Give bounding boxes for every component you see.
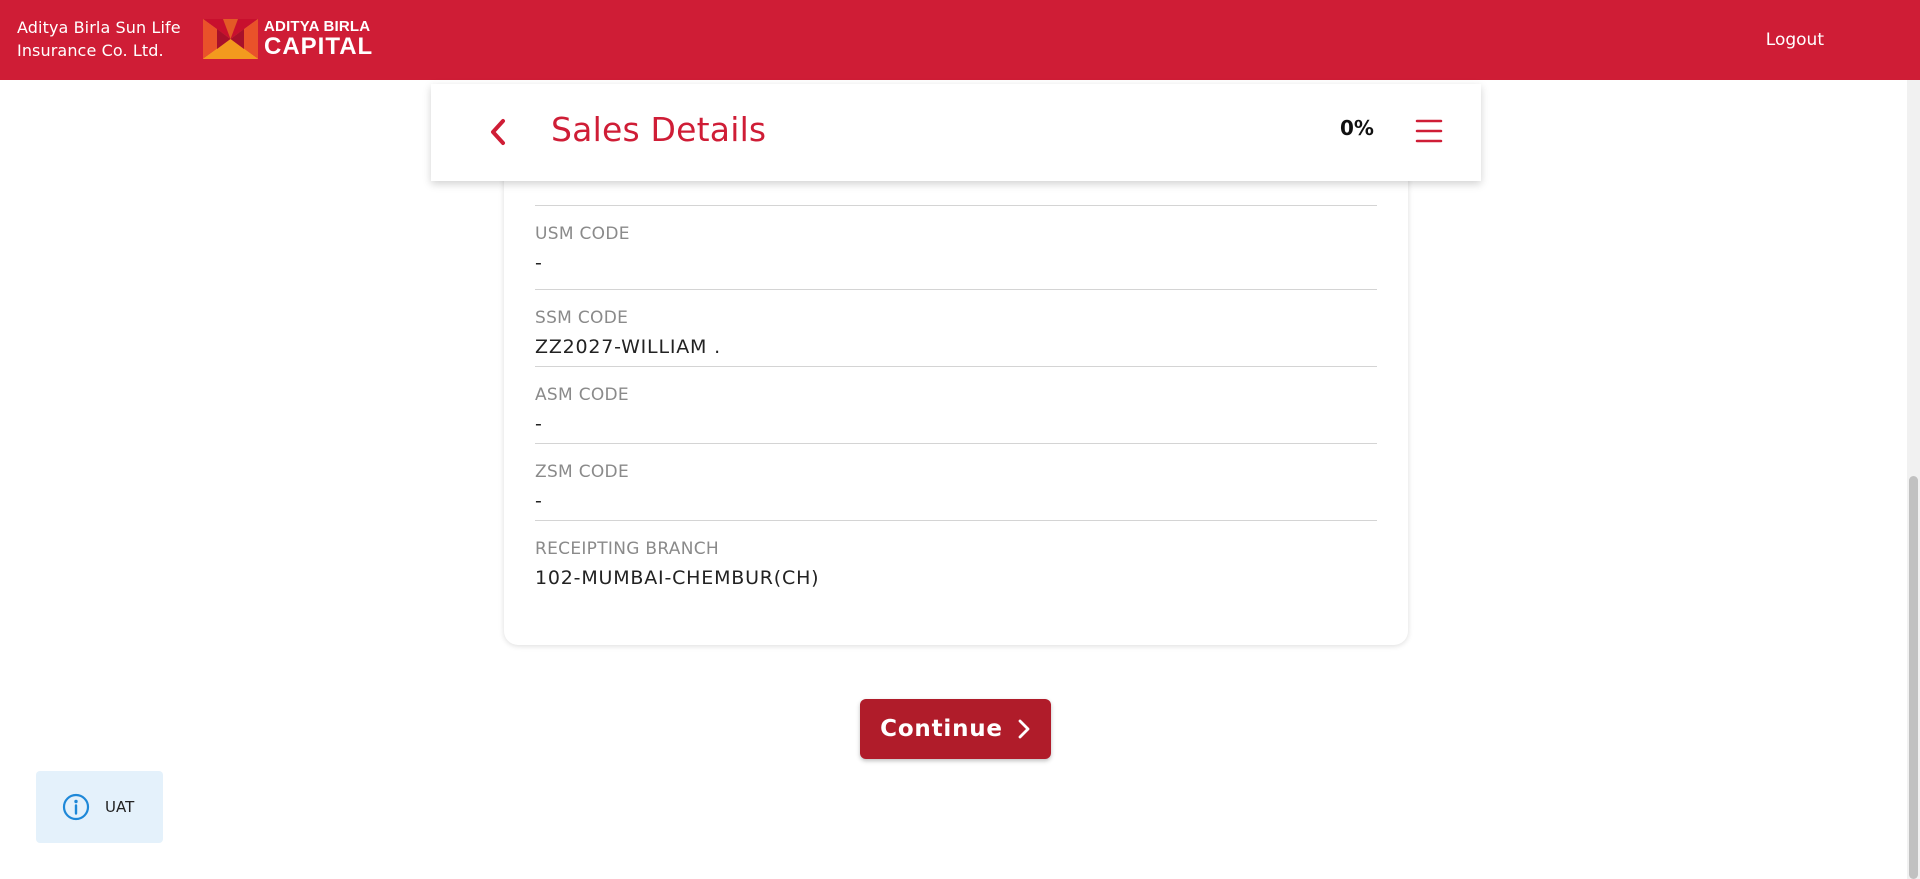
company-name-line1: Aditya Birla Sun Life xyxy=(17,18,181,37)
page-header: Sales Details 0% xyxy=(431,84,1481,181)
field-zsm-code: ZSM CODE - xyxy=(535,443,1377,520)
chevron-left-icon xyxy=(491,119,505,145)
field-usm-code: USM CODE - xyxy=(535,205,1377,282)
field-label: SSM CODE xyxy=(535,308,629,328)
field-label: ASM CODE xyxy=(535,385,629,405)
top-bar: Aditya Birla Sun Life Insurance Co. Ltd.… xyxy=(0,0,1920,80)
chevron-right-icon xyxy=(1018,719,1030,739)
logout-link[interactable]: Logout xyxy=(1766,30,1824,50)
field-receipting-branch: RECEIPTING BRANCH 102-MUMBAI-CHEMBUR(CH) xyxy=(535,520,1377,597)
sales-details-card: USM CODE - SSM CODE ZZ2027-WILLIAM . ASM… xyxy=(504,110,1408,645)
field-label: ZSM CODE xyxy=(535,462,629,482)
field-value: ZZ2027-WILLIAM . xyxy=(535,336,721,358)
field-asm-code: ASM CODE - xyxy=(535,366,1377,443)
info-icon xyxy=(62,793,90,821)
logo-text-top: ADITYA BIRLA xyxy=(264,18,371,35)
company-name-line2: Insurance Co. Ltd. xyxy=(17,41,164,60)
menu-button[interactable] xyxy=(1415,118,1443,144)
field-value: - xyxy=(535,252,543,274)
company-name: Aditya Birla Sun Life Insurance Co. Ltd. xyxy=(17,16,181,62)
logo-text-bottom: CAPITAL xyxy=(264,33,374,60)
page-title: Sales Details xyxy=(551,110,767,149)
environment-label: UAT xyxy=(105,798,135,816)
field-value: 102-MUMBAI-CHEMBUR(CH) xyxy=(535,567,820,589)
aditya-birla-capital-logo: ADITYA BIRLA CAPITAL xyxy=(203,19,373,59)
field-value: - xyxy=(535,490,543,512)
continue-button-label: Continue xyxy=(880,716,1003,742)
continue-button[interactable]: Continue xyxy=(860,699,1051,759)
hamburger-menu-icon xyxy=(1415,119,1443,143)
field-label: RECEIPTING BRANCH xyxy=(535,539,720,559)
page-scrollbar-thumb[interactable] xyxy=(1909,476,1918,879)
progress-percentage: 0% xyxy=(1340,116,1374,140)
logo-text: ADITYA BIRLA CAPITAL xyxy=(264,19,373,59)
logo-mark-icon xyxy=(203,19,258,59)
field-value: - xyxy=(535,413,543,435)
field-label: USM CODE xyxy=(535,224,630,244)
back-button[interactable] xyxy=(485,116,511,148)
environment-badge: UAT xyxy=(36,771,163,843)
field-ssm-code: SSM CODE ZZ2027-WILLIAM . xyxy=(535,289,1377,366)
